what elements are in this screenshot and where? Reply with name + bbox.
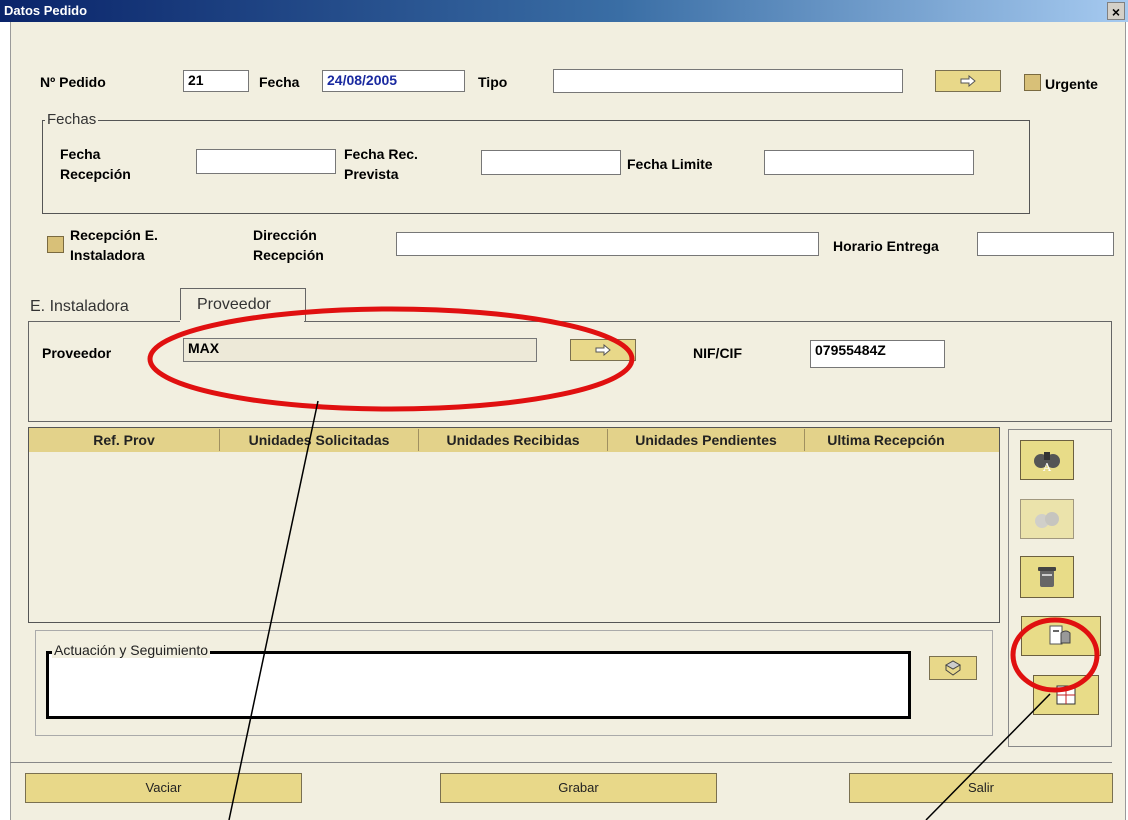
- annotation-overlay: [147, 306, 1100, 820]
- annotation-pointer-left: [228, 400, 319, 820]
- annotation-ellipse-side-button: [1010, 617, 1100, 693]
- annotation-ellipse-proveedor: [147, 306, 635, 412]
- annotation-pointer-right: [925, 693, 1051, 820]
